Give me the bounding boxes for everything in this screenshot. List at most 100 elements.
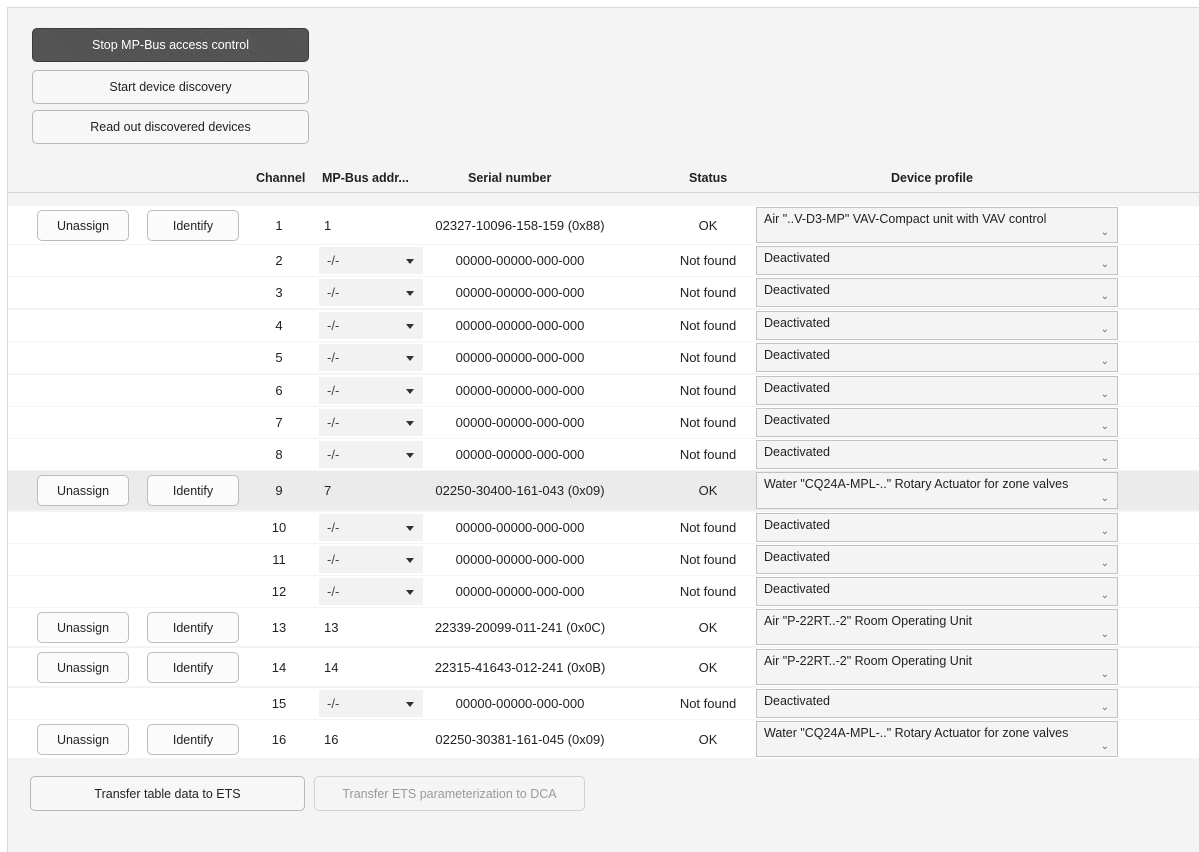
channel-cell: 7 — [275, 415, 283, 430]
table-row[interactable]: Unassign Identify 9 7 02250-30400-161-043 (0… — [8, 471, 1199, 510]
transfer-ets-to-dca-button[interactable]: Transfer ETS parameterization to DCA — [314, 776, 585, 811]
unassign-button[interactable]: Unassign — [37, 612, 129, 643]
status-cell: Not found — [679, 415, 737, 430]
table-row[interactable]: 12 -/- 00000-00000-000-000 Not found Deactiv… — [8, 576, 1199, 607]
unassign-button[interactable]: Unassign — [37, 210, 129, 241]
device-profile-dropdown[interactable]: Deactivated ⌄ — [756, 376, 1118, 405]
table-row[interactable]: 15 -/- 00000-00000-000-000 Not found Deactiv… — [8, 688, 1199, 719]
header-channel[interactable]: Channel — [256, 163, 305, 193]
table-row[interactable]: 8 -/- 00000-00000-000-000 Not found Deactiva… — [8, 439, 1199, 470]
start-device-discovery-button[interactable]: Start device discovery — [32, 70, 309, 104]
mpbus-address-dropdown[interactable]: -/- — [319, 344, 423, 371]
table-row[interactable]: 2 -/- 00000-00000-000-000 Not found Deactiva… — [8, 245, 1199, 276]
channel-cell: 8 — [275, 447, 283, 462]
caret-down-icon — [406, 388, 414, 394]
table-row[interactable]: 3 -/- 00000-00000-000-000 Not found Deactiva… — [8, 277, 1199, 308]
mpbus-address-dropdown[interactable]: -/- — [319, 247, 423, 274]
unassign-button[interactable]: Unassign — [37, 652, 129, 683]
table-row[interactable]: Unassign Identify 14 14 22315-41643-012-241 … — [8, 648, 1199, 686]
mpbus-address-dropdown[interactable]: -/- — [319, 441, 423, 468]
header-status[interactable]: Status — [689, 163, 727, 193]
mpbus-address-dropdown[interactable]: -/- — [319, 409, 423, 436]
status-cell: OK — [698, 483, 718, 498]
mpbus-address-dropdown[interactable]: -/- — [319, 377, 423, 404]
device-profile-dropdown[interactable]: Deactivated ⌄ — [756, 440, 1118, 469]
table-row[interactable]: 4 -/- 00000-00000-000-000 Not found Deactiva… — [8, 310, 1199, 341]
transfer-table-to-ets-button[interactable]: Transfer table data to ETS — [30, 776, 305, 811]
serial-number-cell: 02327-10096-158-159 (0x88) — [435, 217, 605, 233]
mpbus-address-value: -/- — [327, 520, 340, 535]
device-profile-value: Air "P-22RT..-2" Room Operating Unit — [764, 614, 973, 628]
device-profile-value: Air "..V-D3-MP" VAV-Compact unit with VA… — [764, 212, 1047, 226]
mpbus-address-dropdown[interactable]: -/- — [319, 514, 423, 541]
chevron-down-icon: ⌄ — [1100, 356, 1109, 367]
mpbus-address-value: -/- — [327, 696, 340, 711]
chevron-down-icon: ⌄ — [1100, 389, 1109, 400]
channel-cell: 3 — [275, 285, 283, 300]
unassign-button[interactable]: Unassign — [37, 724, 129, 755]
device-profile-dropdown[interactable]: Water "CQ24A-MPL-.." Rotary Actuator for… — [756, 721, 1118, 757]
mpbus-address-dropdown[interactable]: -/- — [319, 690, 423, 717]
chevron-down-icon: ⌄ — [1100, 526, 1109, 537]
device-profile-dropdown[interactable]: Deactivated ⌄ — [756, 278, 1118, 307]
channel-cell: 14 — [271, 659, 287, 675]
table-row[interactable]: 5 -/- 00000-00000-000-000 Not found Deactiva… — [8, 342, 1199, 373]
status-cell: Not found — [679, 253, 737, 268]
chevron-down-icon: ⌄ — [1100, 629, 1109, 640]
caret-down-icon — [406, 420, 414, 426]
caret-down-icon — [406, 701, 414, 707]
table-row[interactable]: Unassign Identify 16 16 02250-30381-161-045 … — [8, 720, 1199, 758]
device-profile-dropdown[interactable]: Air "P-22RT..-2" Room Operating Unit ⌄ — [756, 649, 1118, 685]
header-serial-number[interactable]: Serial number — [468, 163, 551, 193]
channel-cell: 2 — [275, 253, 283, 268]
table-row[interactable]: 10 -/- 00000-00000-000-000 Not found Deactiv… — [8, 512, 1199, 543]
device-profile-dropdown[interactable]: Deactivated ⌄ — [756, 545, 1118, 574]
device-profile-dropdown[interactable]: Deactivated ⌄ — [756, 689, 1118, 718]
mpbus-address-cell: 13 — [324, 619, 339, 635]
device-profile-dropdown[interactable]: Air "P-22RT..-2" Room Operating Unit ⌄ — [756, 609, 1118, 645]
table-row[interactable]: 7 -/- 00000-00000-000-000 Not found Deactiva… — [8, 407, 1199, 438]
table-row[interactable]: Unassign Identify 13 13 22339-20099-011-241 … — [8, 608, 1199, 646]
table-row[interactable]: 11 -/- 00000-00000-000-000 Not found Deactiv… — [8, 544, 1199, 575]
mpbus-address-dropdown[interactable]: -/- — [319, 312, 423, 339]
identify-button[interactable]: Identify — [147, 210, 239, 241]
serial-number-cell: 00000-00000-000-000 — [455, 552, 585, 567]
device-profile-value: Deactivated — [764, 413, 831, 427]
unassign-button[interactable]: Unassign — [37, 475, 129, 506]
table-row[interactable]: 6 -/- 00000-00000-000-000 Not found Deactiva… — [8, 375, 1199, 406]
mpbus-address-dropdown[interactable]: -/- — [319, 279, 423, 306]
serial-number-cell: 02250-30381-161-045 (0x09) — [435, 731, 605, 747]
chevron-down-icon: ⌄ — [1100, 421, 1109, 432]
device-profile-dropdown[interactable]: Deactivated ⌄ — [756, 408, 1118, 437]
header-device-profile[interactable]: Device profile — [891, 163, 973, 193]
identify-button[interactable]: Identify — [147, 652, 239, 683]
status-cell: Not found — [679, 552, 737, 567]
device-profile-dropdown[interactable]: Deactivated ⌄ — [756, 246, 1118, 275]
channel-cell: 16 — [271, 731, 287, 747]
table-header: Channel MP-Bus addr... Serial number Sta… — [8, 163, 1199, 193]
device-profile-dropdown[interactable]: Water "CQ24A-MPL-.." Rotary Actuator for… — [756, 472, 1118, 509]
device-profile-dropdown[interactable]: Deactivated ⌄ — [756, 311, 1118, 340]
mpbus-address-dropdown[interactable]: -/- — [319, 546, 423, 573]
serial-number-cell: 00000-00000-000-000 — [455, 447, 585, 462]
table-row[interactable]: Unassign Identify 1 1 02327-10096-158-159 (0… — [8, 206, 1199, 244]
device-profile-dropdown[interactable]: Deactivated ⌄ — [756, 577, 1118, 606]
identify-button[interactable]: Identify — [147, 475, 239, 506]
caret-down-icon — [406, 452, 414, 458]
serial-number-cell: 00000-00000-000-000 — [455, 520, 585, 535]
mpbus-address-value: -/- — [327, 383, 340, 398]
read-out-devices-button[interactable]: Read out discovered devices — [32, 110, 309, 144]
chevron-down-icon: ⌄ — [1100, 493, 1109, 504]
status-cell: OK — [698, 619, 718, 635]
chevron-down-icon: ⌄ — [1100, 324, 1109, 335]
identify-button[interactable]: Identify — [147, 612, 239, 643]
header-mpbus-address[interactable]: MP-Bus addr... — [322, 163, 409, 193]
identify-button[interactable]: Identify — [147, 724, 239, 755]
stop-mpbus-access-button[interactable]: Stop MP-Bus access control — [32, 28, 309, 62]
device-profile-dropdown[interactable]: Deactivated ⌄ — [756, 513, 1118, 542]
device-profile-dropdown[interactable]: Air "..V-D3-MP" VAV-Compact unit with VA… — [756, 207, 1118, 243]
channel-cell: 10 — [271, 520, 287, 535]
mpbus-address-dropdown[interactable]: -/- — [319, 578, 423, 605]
device-profile-dropdown[interactable]: Deactivated ⌄ — [756, 343, 1118, 372]
device-profile-value: Deactivated — [764, 381, 831, 395]
